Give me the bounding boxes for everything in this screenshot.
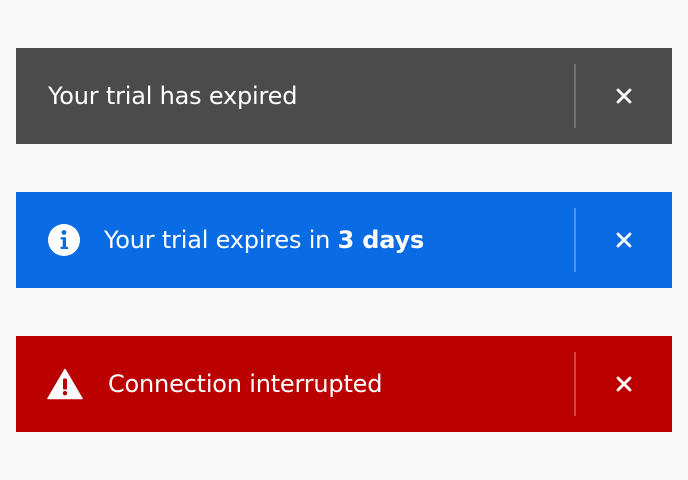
toast-message: Your trial expires in 3 days: [104, 192, 424, 288]
close-button[interactable]: [608, 224, 640, 256]
close-icon: [616, 88, 632, 104]
toast-trial-expired: Your trial has expired: [16, 48, 672, 144]
close-button[interactable]: [608, 368, 640, 400]
close-icon: [616, 232, 632, 248]
toast-divider: [574, 64, 576, 128]
info-icon: [48, 224, 80, 256]
close-button[interactable]: [608, 80, 640, 112]
toast-divider: [574, 208, 576, 272]
close-icon: [616, 376, 632, 392]
toast-message: Your trial has expired: [48, 82, 298, 110]
toast-trial-expiring: Your trial expires in 3 days: [16, 192, 672, 288]
alert-triangle-icon: [47, 368, 83, 400]
toast-message-prefix: Your trial expires in: [104, 226, 338, 254]
toast-connection-interrupted: Connection interrupted: [16, 336, 672, 432]
toast-divider: [574, 352, 576, 416]
toast-message: Connection interrupted: [108, 370, 383, 398]
toast-message-emphasis: 3 days: [337, 226, 425, 254]
